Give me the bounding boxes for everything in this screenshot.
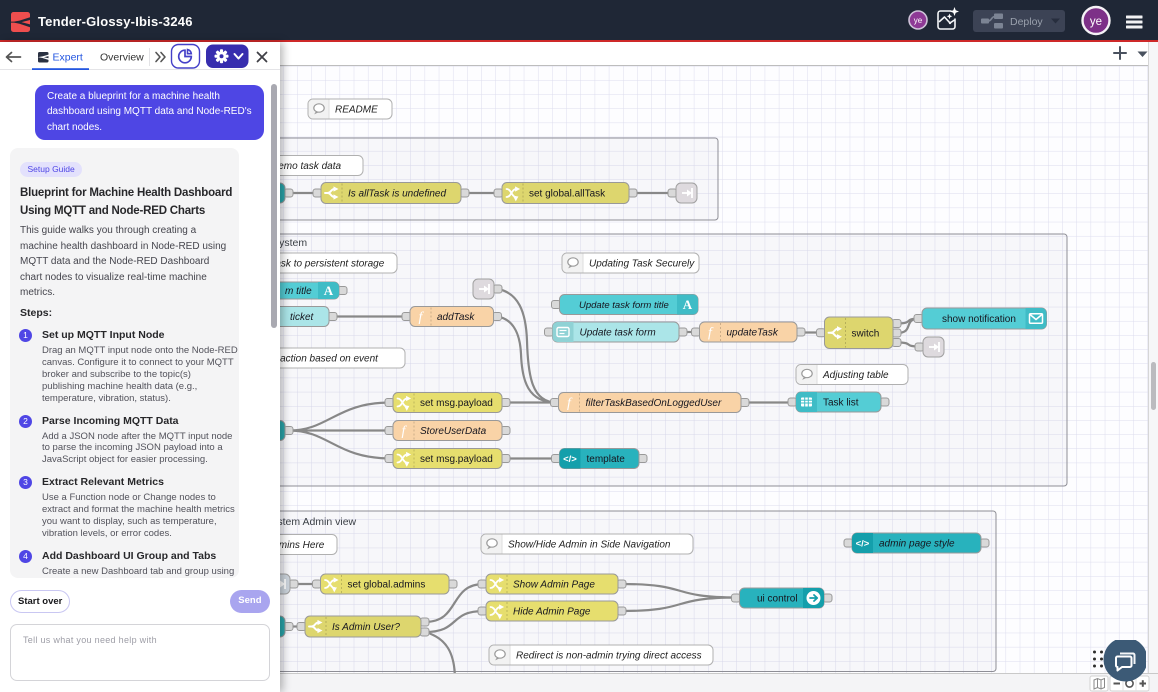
svg-text:set global.allTask: set global.allTask — [529, 189, 606, 200]
svg-text:switch: switch — [852, 328, 880, 339]
svg-text:ui control: ui control — [757, 594, 798, 605]
svg-text:</>: </> — [563, 454, 577, 465]
svg-text:Update task form: Update task form — [580, 328, 656, 339]
svg-text:ye: ye — [1090, 16, 1102, 28]
svg-text:Update task form title: Update task form title — [579, 300, 669, 311]
svg-text:Deploy: Deploy — [1010, 16, 1043, 28]
svg-text:A: A — [683, 297, 693, 312]
svg-text:</>: </> — [856, 539, 870, 550]
svg-text:Save task to persistent storag: Save task to persistent storage — [280, 259, 385, 270]
svg-text:template: template — [587, 454, 626, 465]
svg-text:addTask: addTask — [437, 312, 475, 323]
svg-text:ye: ye — [914, 16, 923, 25]
svg-text:Task list: Task list — [823, 398, 859, 409]
svg-text:updateTask: updateTask — [727, 328, 779, 339]
svg-text:Manage Admins Here: Manage Admins Here — [280, 540, 325, 551]
svg-text:Update Task System: Update Task System — [280, 237, 307, 249]
svg-text:Is Admin User?: Is Admin User? — [332, 622, 400, 633]
svg-text:Redirect is non-admin trying d: Redirect is non-admin trying direct acce… — [516, 651, 702, 662]
svg-text:set global.admins: set global.admins — [348, 580, 426, 591]
svg-text:Hide Admin Page: Hide Admin Page — [513, 607, 591, 618]
svg-text:Is allTask is undefined: Is allTask is undefined — [348, 189, 446, 200]
svg-text:A: A — [324, 283, 334, 298]
svg-text:Show/Hide Admin in Side Naviga: Show/Hide Admin in Side Navigation — [508, 540, 671, 551]
svg-text:admin page style: admin page style — [879, 539, 955, 550]
svg-text:StoreUserData: StoreUserData — [420, 426, 487, 437]
svg-text:Demo task data: Demo task data — [280, 161, 341, 172]
svg-text:Adjusting table: Adjusting table — [822, 370, 889, 381]
svg-text:filterTaskBasedOnLoggedUser: filterTaskBasedOnLoggedUser — [586, 398, 722, 409]
svg-text:Expert: Expert — [53, 52, 83, 64]
svg-text:show notification: show notification — [942, 314, 1016, 325]
svg-text:Overview: Overview — [100, 52, 144, 64]
svg-text:Updating Task Securely: Updating Task Securely — [589, 259, 695, 270]
svg-text:set msg.payload: set msg.payload — [420, 454, 493, 465]
svg-text:README: README — [335, 105, 378, 116]
svg-text:Show Admin Page: Show Admin Page — [513, 580, 595, 591]
svg-text:ticket: ticket — [290, 312, 315, 323]
svg-text:set msg.payload: set msg.payload — [420, 398, 493, 409]
svg-text:Update Task System Admin view: Update Task System Admin view — [280, 516, 357, 528]
svg-text:Take action based on event: Take action based on event — [280, 354, 379, 365]
svg-text:m title: m title — [285, 286, 312, 297]
